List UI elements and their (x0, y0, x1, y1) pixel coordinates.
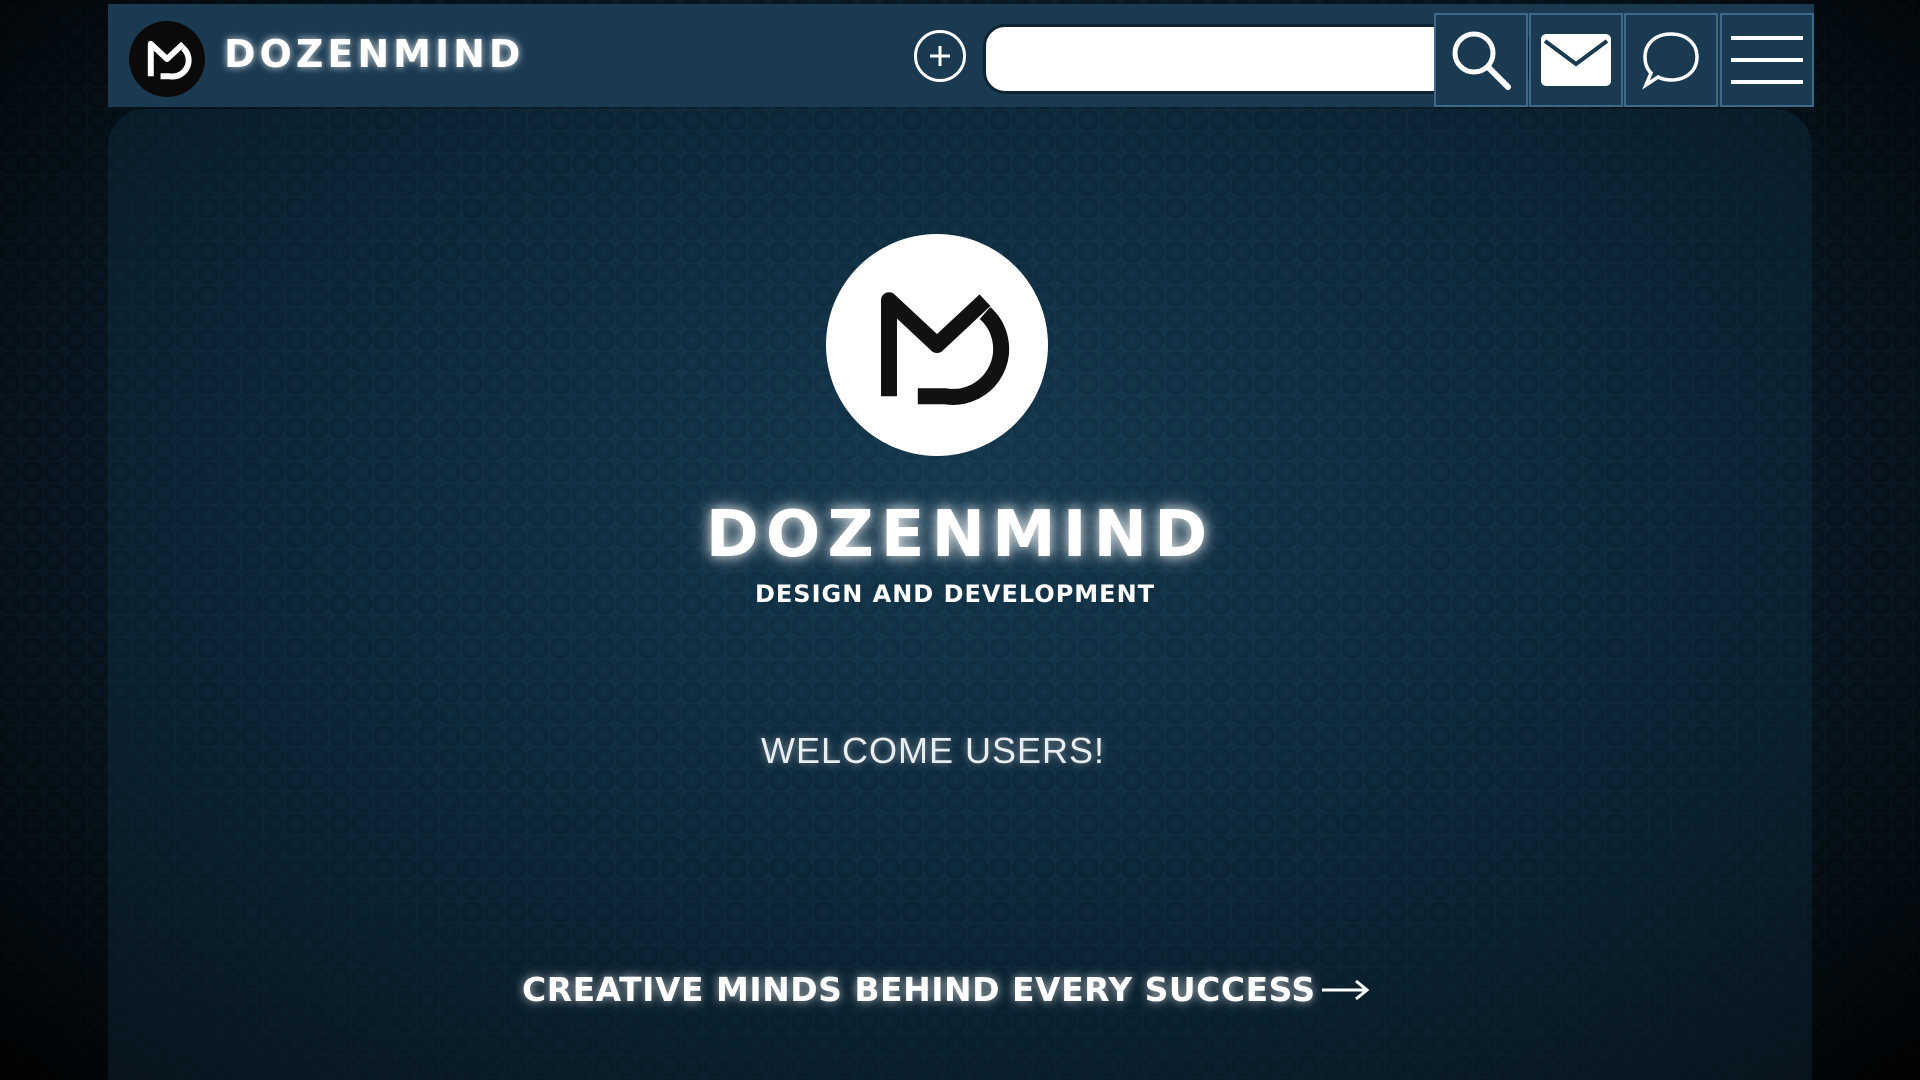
page: DOZENMIND DOZENMIND DESIGN AND DEVELOPME… (0, 0, 1920, 1080)
hamburger-menu-icon (1731, 36, 1803, 84)
hero-logo-icon (826, 234, 1048, 456)
search-icon (1452, 31, 1511, 90)
brand-name[interactable]: DOZENMIND (224, 32, 524, 76)
arrow-right-icon (1320, 978, 1370, 1002)
cta-link[interactable]: CREATIVE MINDS BEHIND EVERY SUCCESS (522, 970, 1370, 1009)
dm-logo-mark (147, 40, 192, 80)
mail-icon (1541, 34, 1611, 86)
welcome-message: WELCOME USERS! (760, 730, 1106, 771)
add-button[interactable] (914, 30, 966, 82)
chat-button[interactable] (1624, 13, 1718, 107)
plus-icon (930, 46, 950, 66)
hero-subtitle: DESIGN AND DEVELOPMENT (754, 580, 1156, 608)
menu-button[interactable] (1720, 13, 1814, 107)
top-navigation-bar: DOZENMIND (108, 4, 1814, 107)
hero-title: DOZENMIND (705, 498, 1215, 572)
mail-button[interactable] (1529, 13, 1623, 107)
brand-logo-icon[interactable] (129, 21, 205, 97)
search-button[interactable] (1434, 13, 1528, 107)
dm-logo-mark-large (881, 292, 1010, 405)
chat-icon (1642, 32, 1699, 90)
cta-label: CREATIVE MINDS BEHIND EVERY SUCCESS (522, 970, 1316, 1009)
